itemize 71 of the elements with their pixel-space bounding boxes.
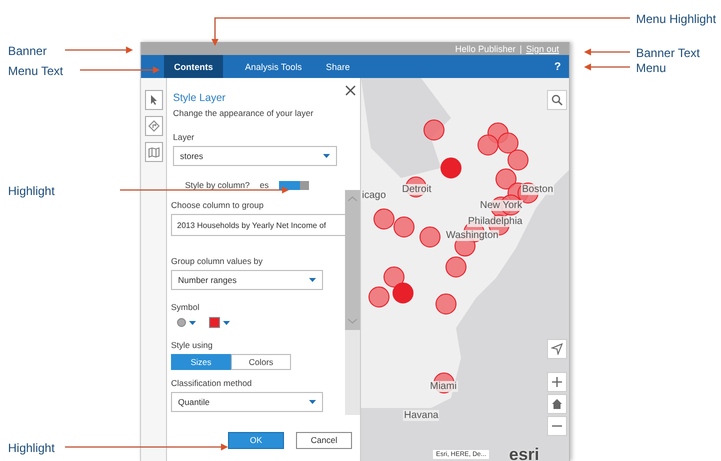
layer-select[interactable]: stores	[173, 146, 337, 166]
field-label: Style by column?	[185, 180, 250, 190]
zoom-out-button[interactable]	[547, 416, 567, 436]
callout-arrow	[584, 48, 630, 56]
map-place-label: Washington	[445, 230, 500, 241]
menu-tab[interactable]: Analysis Tools	[235, 55, 312, 78]
panel-title: Style Layer	[173, 92, 227, 104]
chevron-down-icon	[348, 319, 357, 324]
ok-button[interactable]: OK	[228, 432, 284, 448]
callout-arrow	[65, 46, 133, 54]
home-button[interactable]	[547, 394, 567, 414]
annotation-label: Banner	[8, 44, 47, 58]
search-icon	[551, 94, 563, 106]
navigation-arrow-icon	[551, 343, 563, 355]
segment-toggle[interactable]: Sizes	[171, 354, 231, 370]
field-label: Layer	[173, 132, 196, 142]
help-button[interactable]: ?	[546, 55, 569, 78]
annotation-label: Highlight	[8, 441, 55, 455]
toggle-switch[interactable]	[278, 180, 309, 190]
caret-icon	[309, 278, 316, 282]
map-icon	[148, 146, 160, 158]
caret-icon	[223, 320, 230, 324]
home-icon	[552, 399, 562, 409]
field-label: Classification method	[171, 378, 253, 388]
caret-icon	[189, 320, 196, 324]
directions-tool-button[interactable]	[144, 116, 162, 136]
field-label: Choose column to group	[171, 200, 265, 210]
map-place-label: Detroit	[401, 184, 432, 195]
plus-icon	[552, 377, 562, 387]
map-place-label: Philadelphia	[467, 216, 524, 227]
close-icon	[345, 85, 356, 96]
locate-button[interactable]	[547, 339, 567, 359]
separator-text: |	[520, 44, 522, 54]
callout-arrow	[584, 64, 630, 70]
greeting-text: Hello Publisher	[455, 44, 516, 54]
search-button[interactable]	[547, 90, 567, 110]
segment-toggle[interactable]: Colors	[231, 354, 291, 370]
basemap-tool-button[interactable]	[144, 142, 162, 162]
annotation-label: Highlight	[8, 184, 55, 198]
pointer-tool-button[interactable]	[144, 90, 162, 110]
turn-arrow-icon	[148, 120, 160, 132]
map-place-label: icago	[361, 190, 387, 201]
menu-tab[interactable]: Contents	[164, 55, 223, 78]
panel-subtitle: Change the appearance of your layer	[173, 108, 314, 118]
annotation-label: Menu	[636, 61, 666, 75]
cursor-icon	[150, 95, 158, 105]
field-label: Symbol	[171, 302, 200, 312]
toggle-label: es	[260, 180, 269, 190]
map-place-label: Miami	[429, 381, 458, 392]
classification-select[interactable]: Quantile	[171, 392, 323, 412]
annotation-label: Banner Text	[636, 46, 700, 60]
menu-tab[interactable]: Share	[316, 55, 360, 78]
annotation-label: Menu Text	[8, 64, 64, 78]
minus-icon	[552, 425, 562, 427]
field-label: Style using	[171, 340, 214, 350]
map-place-label: Boston	[521, 184, 554, 195]
cancel-button[interactable]: Cancel	[296, 432, 352, 448]
zoom-in-button[interactable]	[547, 372, 567, 392]
logo-text: esri	[509, 445, 540, 461]
caret-icon	[323, 154, 330, 158]
scrollbar[interactable]	[345, 190, 360, 415]
annotation-label: Menu Highlight	[636, 12, 716, 26]
chevron-up-icon	[348, 196, 357, 201]
column-input-field[interactable]: 2013 Households by Yearly Net Income of	[171, 214, 345, 236]
circle-symbol-icon[interactable]	[177, 318, 186, 327]
caret-icon	[309, 400, 316, 404]
map-place-label: New York	[479, 200, 524, 211]
color-swatch[interactable]	[209, 317, 220, 328]
group-select[interactable]: Number ranges	[171, 270, 323, 290]
field-label: Group column values by	[171, 256, 264, 266]
map-place-label: Havana	[403, 410, 440, 421]
